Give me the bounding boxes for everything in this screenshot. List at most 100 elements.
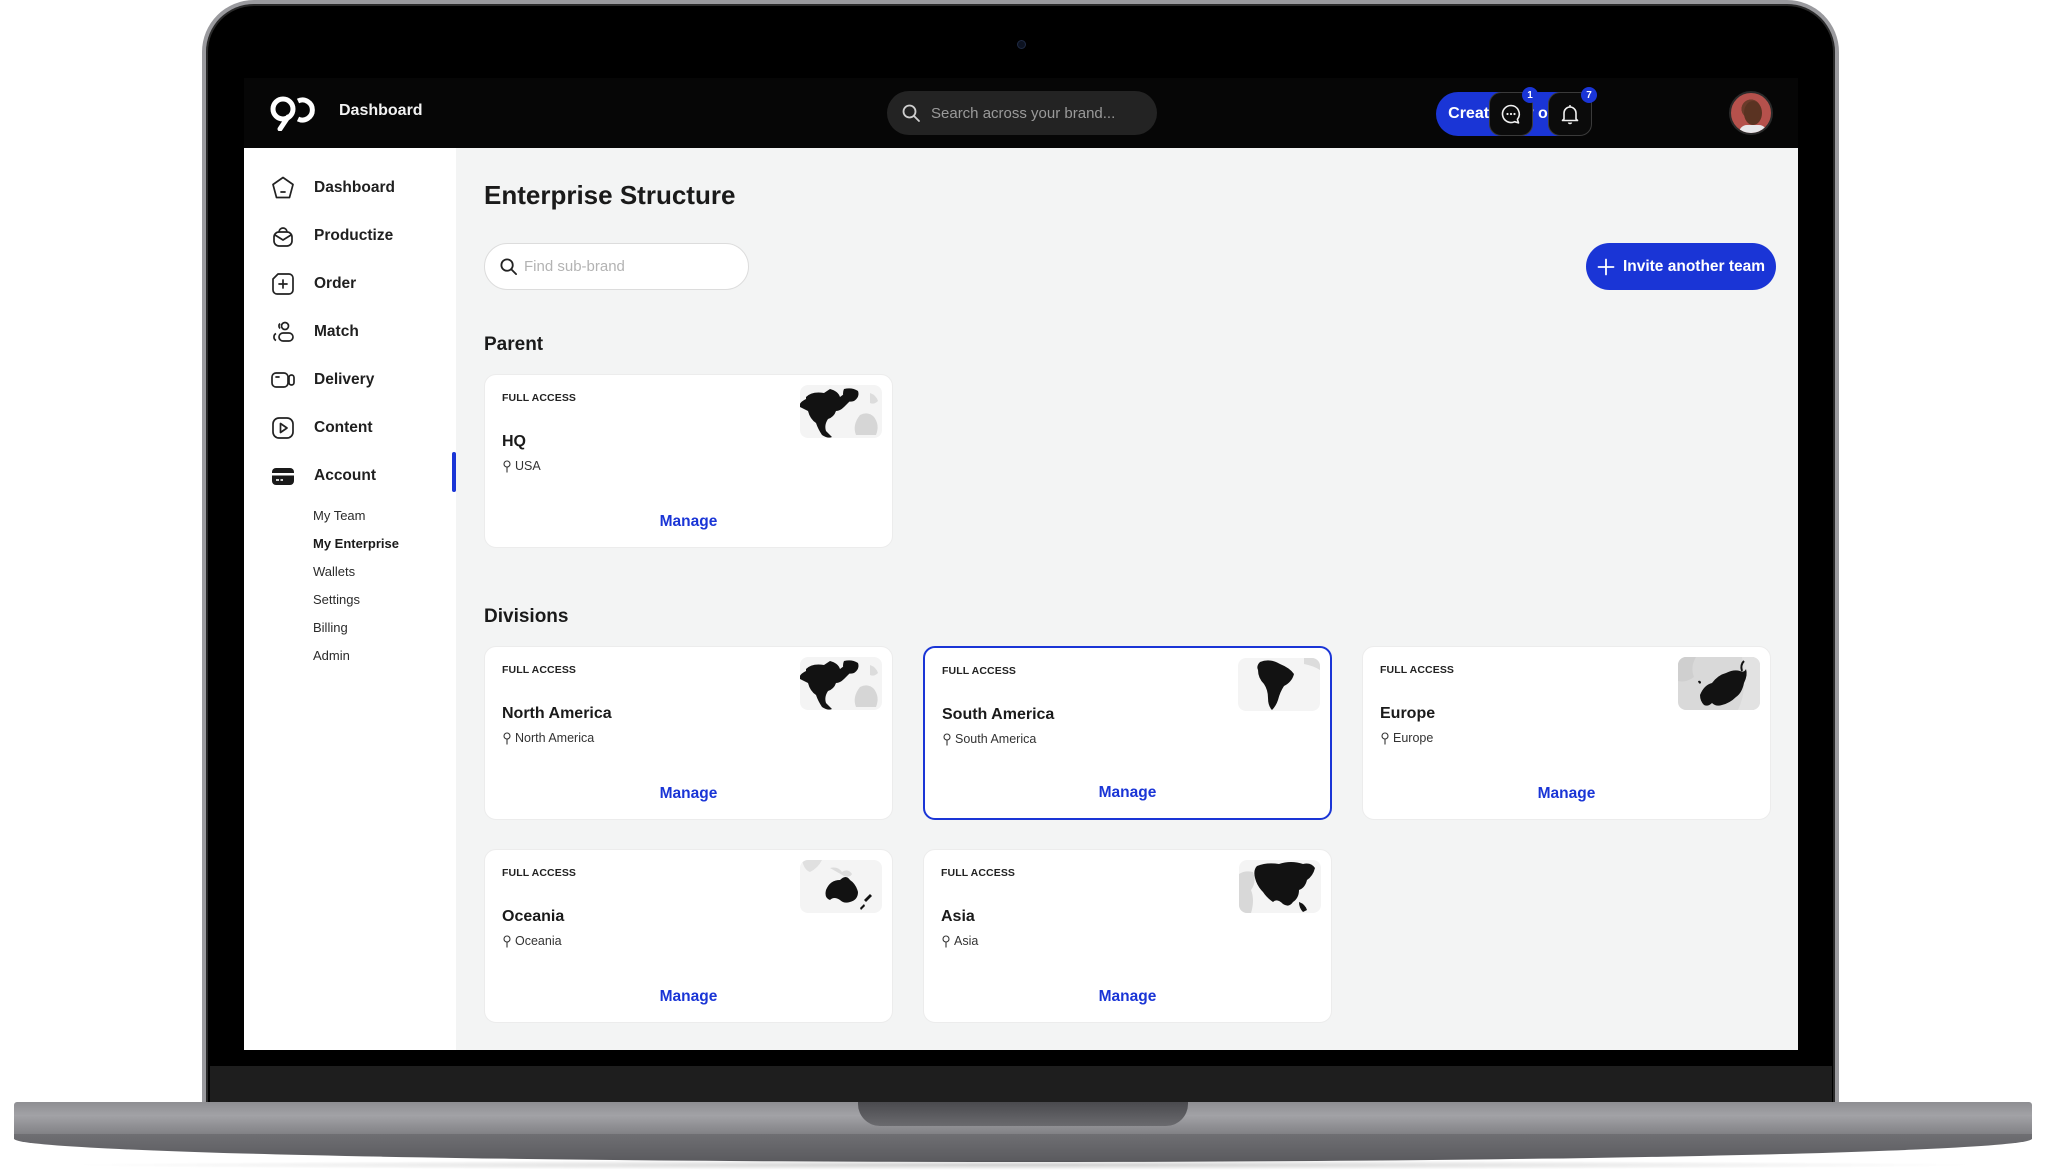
access-label: FULL ACCESS: [941, 867, 1016, 879]
card-icon: [272, 468, 294, 485]
sidebar-item-account[interactable]: Account: [270, 461, 376, 491]
sidebar-item-productize[interactable]: Productize: [270, 221, 393, 251]
laptop-hinge-notch: [858, 1102, 1188, 1126]
enterprise-card-hq: FULL ACCESS HQ USA Manage: [484, 374, 893, 548]
brand-logo-icon[interactable]: [270, 95, 316, 131]
laptop-chin: [210, 1066, 1832, 1104]
sidebar-item-delivery[interactable]: Delivery: [270, 365, 374, 395]
enterprise-card-south-america[interactable]: FULL ACCESS South America South America …: [923, 646, 1332, 820]
sidebar-subitem-my-team[interactable]: My Team: [313, 508, 366, 523]
sidebar-subitem-settings[interactable]: Settings: [313, 592, 360, 607]
card-title: North America: [502, 705, 612, 722]
invite-another-team-button[interactable]: Invite another team: [1586, 243, 1776, 290]
home-pentagon-icon: [272, 176, 294, 199]
map-thumbnail: [800, 860, 882, 913]
card-location: Asia: [941, 934, 978, 948]
sidebar-subitem-my-enterprise[interactable]: My Enterprise: [313, 536, 399, 551]
enterprise-card-europe: FULL ACCESS Europe Europe Manage: [1362, 646, 1771, 820]
topbar-title: Dashboard: [339, 102, 423, 119]
notifications-button[interactable]: 7: [1548, 87, 1597, 136]
access-label: FULL ACCESS: [1380, 664, 1455, 676]
access-label: FULL ACCESS: [502, 867, 577, 879]
sidebar-item-label: Order: [314, 275, 357, 292]
page-title: Enterprise Structure: [484, 180, 736, 210]
location-pin-icon: [503, 731, 511, 744]
map-thumbnail: [1239, 860, 1321, 913]
manage-button[interactable]: Manage: [924, 988, 1331, 1006]
order-plus-icon: [272, 273, 294, 295]
section-title-divisions: Divisions: [484, 606, 569, 627]
asia-map-icon: [1239, 862, 1315, 913]
sidebar-item-order[interactable]: Order: [270, 269, 356, 299]
bell-icon: [1561, 105, 1579, 125]
top-bar: Dashboard Create new order 1 7: [244, 78, 1798, 148]
video-camera-icon: [271, 372, 295, 388]
sidebar-item-label: Dashboard: [314, 179, 395, 196]
card-location: Europe: [1380, 731, 1433, 745]
card-location: USA: [502, 459, 541, 473]
card-location: South America: [942, 732, 1036, 746]
sidebar-item-label: Productize: [314, 227, 394, 244]
card-location-text: USA: [515, 459, 541, 473]
access-label: FULL ACCESS: [502, 664, 577, 676]
card-title: HQ: [502, 433, 526, 450]
map-thumbnail: [800, 385, 882, 438]
sidebar-item-dashboard[interactable]: Dashboard: [270, 173, 395, 203]
search-icon: [500, 258, 518, 276]
location-pin-icon: [1381, 731, 1389, 744]
sidebar-item-label: Account: [314, 467, 376, 484]
manage-button[interactable]: Manage: [925, 784, 1330, 802]
global-search-input[interactable]: [931, 104, 1131, 122]
webcam: [1017, 40, 1026, 49]
manage-button[interactable]: Manage: [485, 785, 892, 803]
laptop-base-lower: [14, 1134, 2032, 1162]
enterprise-card-oceania: FULL ACCESS Oceania Oceania Manage: [484, 849, 893, 1023]
invite-button-label: Invite another team: [1622, 257, 1766, 275]
people-icon: [273, 321, 294, 342]
section-title-parent: Parent: [484, 334, 544, 355]
messages-button[interactable]: 1: [1489, 87, 1538, 136]
enterprise-card-north-america: FULL ACCESS North America North America …: [484, 646, 893, 820]
access-label: FULL ACCESS: [502, 392, 577, 404]
card-title: Oceania: [502, 908, 565, 925]
play-icon: [272, 417, 294, 439]
sub-brand-search-input[interactable]: [524, 258, 724, 275]
user-avatar[interactable]: [1729, 91, 1773, 135]
card-location-text: South America: [955, 732, 1037, 746]
location-pin-icon: [503, 459, 511, 472]
sidebar-subitem-wallets[interactable]: Wallets: [313, 564, 355, 579]
sidebar-item-label: Match: [314, 323, 359, 340]
active-indicator: [452, 452, 456, 492]
laptop-shadow: [60, 1160, 1988, 1170]
search-icon: [902, 104, 920, 122]
card-location-text: North America: [515, 731, 595, 745]
card-location-text: Asia: [954, 934, 979, 948]
avatar-face: [1744, 101, 1762, 125]
screen-bezel-bottom: [210, 1050, 1832, 1066]
access-label: FULL ACCESS: [942, 665, 1017, 677]
manage-button[interactable]: Manage: [1363, 785, 1770, 803]
manage-button[interactable]: Manage: [485, 513, 892, 531]
manage-button[interactable]: Manage: [485, 988, 892, 1006]
messages-badge: 1: [1522, 87, 1538, 103]
north-america-map-icon: [800, 660, 878, 710]
north-america-map-icon: [800, 388, 878, 438]
sidebar-subitem-admin[interactable]: Admin: [313, 648, 350, 663]
enterprise-card-asia: FULL ACCESS Asia Asia Manage: [923, 849, 1332, 1023]
sidebar-subitem-billing[interactable]: Billing: [313, 620, 348, 635]
sidebar-item-match[interactable]: Match: [270, 317, 359, 347]
chat-bubble-icon: [1501, 104, 1520, 124]
card-title: Europe: [1380, 705, 1436, 722]
global-search[interactable]: [887, 91, 1157, 135]
bag-icon: [273, 227, 293, 247]
sidebar-item-label: Delivery: [314, 371, 375, 388]
map-thumbnail: [1238, 658, 1320, 711]
south-america-map-icon: [1257, 658, 1320, 710]
sidebar-item-label: Content: [314, 419, 373, 436]
sub-brand-search[interactable]: [484, 243, 749, 290]
location-pin-icon: [503, 934, 511, 947]
sidebar-item-content[interactable]: Content: [270, 413, 373, 443]
map-thumbnail: [1678, 657, 1760, 710]
card-location: North America: [502, 731, 594, 745]
map-thumbnail: [800, 657, 882, 710]
